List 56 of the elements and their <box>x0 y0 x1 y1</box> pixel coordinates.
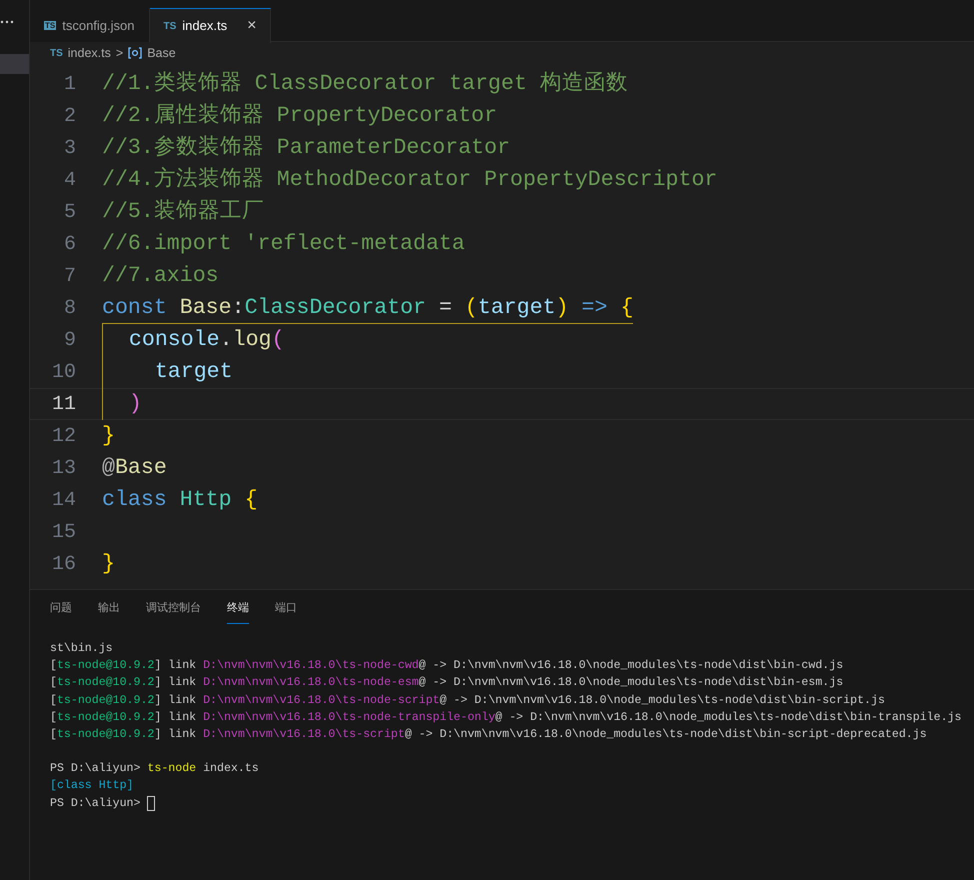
breadcrumb-item[interactable]: index.ts <box>68 44 111 62</box>
terminal-line: [ts-node@10.9.2] link D:\nvm\nvm\v16.18.0\ts-node-esm@ -> D:\nvm\nvm\v16.18.0\node_modules\ts-node\dist\bin-esm.js <box>50 675 844 692</box>
line-number: 2 <box>62 104 77 128</box>
code-line: //6.import 'reflect-metadata <box>102 231 465 258</box>
code-line: class Http { <box>102 487 258 514</box>
editor-tab[interactable]: TS tsconfig.json <box>30 8 150 42</box>
code-line: } <box>102 551 115 578</box>
line-number: 7 <box>62 264 77 288</box>
ts-file-icon: TS <box>44 21 56 30</box>
panel-tab[interactable]: 问题 <box>50 598 72 624</box>
terminal-line: PS D:\aliyun> ts-node index.ts <box>50 761 259 778</box>
line-number: 10 <box>50 360 77 384</box>
line-number: 3 <box>62 136 77 160</box>
breadcrumb-separator: > <box>116 44 124 62</box>
code-line: //5.装饰器工厂 <box>102 198 264 226</box>
line-number: 11 <box>50 392 77 416</box>
panel-tab[interactable]: 调试控制台 <box>146 598 201 624</box>
variable-symbol-icon <box>128 47 142 59</box>
line-number: 13 <box>50 456 77 480</box>
line-number: 8 <box>62 296 77 320</box>
line-number: 5 <box>62 200 77 224</box>
line-number: 16 <box>50 552 77 576</box>
code-line: //3.参数装饰器 ParameterDecorator <box>102 134 510 162</box>
terminal-line: [ts-node@10.9.2] link D:\nvm\nvm\v16.18.0\ts-script@ -> D:\nvm\nvm\v16.18.0\node_modules\ts-node\dist\bin-script-deprecated.js <box>50 727 927 744</box>
line-number: 6 <box>62 232 77 256</box>
terminal-line: [class Http] <box>50 778 134 794</box>
code-line: const Base:ClassDecorator = (target) => { <box>102 292 634 324</box>
terminal-line: [ts-node@10.9.2] link D:\nvm\nvm\v16.18.0\ts-node-cwd@ -> D:\nvm\nvm\v16.18.0\node_modules\ts-node\dist\bin-cwd.js <box>50 658 844 674</box>
line-number: 4 <box>62 168 77 192</box>
more-icon[interactable] <box>0 20 14 24</box>
code-line: target <box>102 356 233 388</box>
close-icon[interactable]: × <box>247 18 256 34</box>
panel-tab[interactable]: 输出 <box>98 598 120 624</box>
line-number: 15 <box>50 520 77 544</box>
editor-tab[interactable]: TS index.ts × <box>150 8 272 43</box>
line-number: 14 <box>50 488 77 512</box>
line-number: 12 <box>50 424 77 448</box>
code-line: //7.axios <box>102 263 219 290</box>
breadcrumb-item[interactable]: Base <box>147 44 176 62</box>
line-number: 9 <box>62 328 77 352</box>
code-line: //1.类装饰器 ClassDecorator target 构造函数 <box>102 70 628 98</box>
terminal-line: [ts-node@10.9.2] link D:\nvm\nvm\v16.18.0\ts-node-transpile-only@ -> D:\nvm\nvm\v16.18.0\node_modules\ts-node\dist\bin-transpile.js <box>50 710 962 726</box>
terminal-line: st\bin.js <box>50 641 113 657</box>
code-line: @Base <box>102 455 167 482</box>
code-line: console.log( <box>102 324 284 356</box>
code-line: //2.属性装饰器 PropertyDecorator <box>102 102 498 130</box>
code-line: //4.方法装饰器 MethodDecorator PropertyDescriptor <box>102 166 718 194</box>
panel-tab[interactable]: 终端 <box>227 598 249 624</box>
ts-file-icon: TS <box>50 48 63 58</box>
ts-file-icon: TS <box>164 20 176 32</box>
terminal-line: [ts-node@10.9.2] link D:\nvm\nvm\v16.18.0\ts-node-script@ -> D:\nvm\nvm\v16.18.0\node_modules\ts-node\dist\bin-script.js <box>50 692 885 709</box>
panel-tab[interactable]: 端口 <box>275 598 297 624</box>
terminal-line: PS D:\aliyun> <box>50 796 142 812</box>
line-number: 1 <box>62 72 77 96</box>
code-line: ) <box>102 388 142 420</box>
code-line: } <box>102 423 115 450</box>
